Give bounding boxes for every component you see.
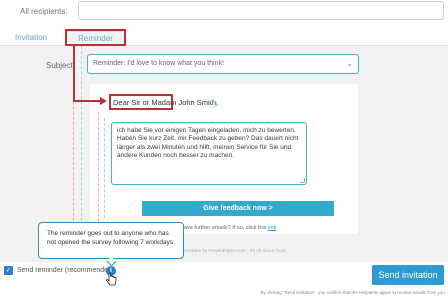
recipients-input[interactable] [78,1,444,20]
chevron-down-icon: ⌄ [346,59,353,68]
guide-line [81,46,82,236]
disclaimer-text: By clicking "Send invitation", you confi… [260,290,446,295]
connector-line [73,46,75,102]
subject-value: Reminder: I'd love to know what you thin… [93,60,224,67]
unsubscribe-text: ave further emails? If so, click this li… [184,225,276,231]
recipients-label: All recipients: [20,7,68,16]
info-icon[interactable]: i [209,100,217,108]
give-feedback-button[interactable]: Give feedback now > [142,201,334,216]
connector-line [73,100,102,102]
email-body-textarea[interactable]: ich habe Sie vor einigen Tagen eingelade… [111,122,307,185]
send-reminder-checkbox[interactable]: ✓ [4,266,13,275]
tab-invitation[interactable]: Invitation [0,31,62,45]
powered-by-text: nrerature by ProvenExpert.com - It's All… [183,248,286,253]
arrow-right-icon [100,97,107,105]
subject-label: Subject [46,61,73,70]
hand-cursor-icon [106,272,117,286]
tab-reminder[interactable]: Reminder [66,31,125,45]
reminder-tooltip: The reminder goes out to anyone who has … [38,222,184,259]
send-reminder-label[interactable]: Send reminder (recommended) [17,267,114,274]
guide-line [98,112,99,222]
send-invitation-button[interactable]: Send invitation [372,265,444,285]
guide-line [104,118,105,218]
email-greeting: Dear Sir or Madam John Smith, [113,98,218,107]
resize-handle-icon[interactable] [300,178,305,183]
subject-select[interactable]: Reminder: I'd love to know what you thin… [87,54,359,74]
unsubscribe-link[interactable]: link [268,225,276,231]
unsubscribe-prefix: ave further emails? If so, click this [184,225,269,231]
greeting-salutation[interactable]: Dear Sir or Madam [113,98,176,107]
